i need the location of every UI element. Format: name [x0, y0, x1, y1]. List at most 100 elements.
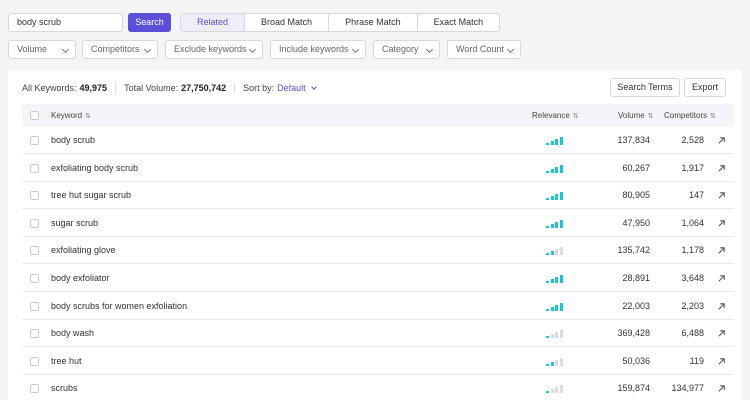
volume-cell: 60,267 [622, 162, 650, 173]
volume-cell: 159,874 [617, 383, 650, 394]
relevance-bar [559, 192, 563, 201]
volume-cell: 28,891 [622, 273, 650, 283]
table-row[interactable]: body scrubs for women exfoliation 22,003 2… [22, 293, 734, 320]
tab-phrase-match[interactable]: Phrase Match [328, 14, 417, 31]
row-checkbox[interactable] [30, 329, 39, 339]
relevance-bar [550, 361, 554, 366]
competitors-cell: 2,528 [681, 135, 704, 145]
row-checkbox[interactable] [30, 136, 39, 145]
relevance-bar [550, 168, 554, 173]
filter-word-count[interactable]: Word Count [447, 40, 521, 59]
volume-cell: 135,742 [617, 245, 650, 256]
filter-category[interactable]: Category [373, 40, 440, 59]
relevance-meter [546, 274, 566, 283]
table-row[interactable]: body wash 369,428 6,488 [22, 320, 734, 348]
external-link-icon[interactable] [717, 357, 726, 366]
relevance-bar [555, 387, 558, 394]
external-link-icon[interactable] [717, 329, 726, 338]
relevance-bar [546, 143, 549, 145]
select-all-checkbox[interactable] [30, 111, 39, 120]
row-checkbox[interactable] [30, 246, 39, 256]
column-keyword[interactable]: Keyword ⇅ [51, 104, 91, 128]
competitors-cell: 1,178 [681, 245, 704, 256]
keyword-cell: body scrub [51, 135, 96, 145]
row-checkbox[interactable] [30, 384, 39, 394]
row-checkbox[interactable] [30, 301, 39, 311]
competitors-cell: 1,917 [681, 162, 704, 173]
relevance-bar [546, 281, 549, 283]
filter-competitors[interactable]: Competitors [82, 40, 158, 59]
filter-label: Category [382, 44, 419, 54]
competitors-cell: 6,488 [681, 328, 704, 339]
relevance-bar [555, 332, 558, 339]
filter-label: Include keywords [279, 44, 349, 54]
row-checkbox[interactable] [30, 163, 39, 173]
table-row[interactable]: tree hut sugar scrub 80,905 147 [22, 182, 734, 210]
tab-related[interactable]: Related [181, 14, 245, 31]
external-link-icon[interactable] [717, 219, 726, 228]
relevance-meter [546, 329, 566, 339]
filter-label: Word Count [456, 44, 504, 54]
external-link-icon[interactable] [717, 136, 726, 145]
column-volume[interactable]: Volume ⇅ [618, 104, 654, 128]
relevance-bar [559, 219, 563, 228]
relevance-bar [555, 166, 558, 173]
keyword-cell: scrubs [51, 383, 78, 394]
relevance-bar [550, 389, 554, 394]
table-row[interactable]: sugar scrub 47,950 1,064 [22, 210, 734, 237]
chevron-down-icon [61, 45, 70, 54]
table-row[interactable]: exfoliating glove 135,742 1,178 [22, 237, 734, 265]
keyword-cell: exfoliating body scrub [51, 162, 139, 173]
table-row[interactable]: scrubs 159,874 134,977 [22, 375, 734, 400]
column-relevance[interactable]: Relevance ⇅ [532, 104, 579, 128]
relevance-bar [555, 139, 558, 145]
match-type-tabs: Related Broad Match Phrase Match Exact M… [180, 13, 501, 32]
search-input[interactable]: body scrub [8, 13, 123, 32]
tab-broad-match[interactable]: Broad Match [244, 14, 328, 31]
keyword-cell: body exfoliator [51, 273, 110, 283]
column-label: Relevance [532, 111, 570, 120]
relevance-bar [546, 363, 549, 366]
relevance-bar [546, 308, 549, 311]
external-link-icon[interactable] [717, 274, 726, 283]
search-terms-button[interactable]: Search Terms [610, 78, 680, 97]
search-button[interactable]: Search [128, 13, 171, 32]
sort-dropdown[interactable]: Default [277, 83, 306, 93]
filter-include-keywords[interactable]: Include keywords [270, 40, 366, 59]
export-button[interactable]: Export [684, 78, 726, 97]
relevance-bar [546, 391, 549, 394]
filter-exclude-keywords[interactable]: Exclude keywords [165, 40, 263, 59]
row-checkbox[interactable] [30, 356, 39, 366]
keywords-card: All Keywords: 49,975 Total Volume: 27,75… [8, 70, 742, 400]
all-keywords-value: 49,975 [79, 83, 108, 93]
external-link-icon[interactable] [717, 164, 726, 173]
filter-volume[interactable]: Volume [8, 40, 76, 59]
external-link-icon[interactable] [717, 384, 726, 393]
relevance-bar [555, 249, 558, 256]
filter-label: Competitors [91, 44, 140, 54]
table-row[interactable]: tree hut 50,036 119 [22, 348, 734, 375]
relevance-meter [546, 357, 566, 366]
relevance-bar [550, 141, 554, 145]
relevance-bar [555, 304, 558, 311]
row-checkbox[interactable] [30, 191, 39, 201]
table-row[interactable]: exfoliating body scrub 60,267 1,917 [22, 155, 734, 182]
filter-label: Volume [17, 44, 48, 54]
table-row[interactable]: body exfoliator 28,891 3,648 [22, 265, 734, 292]
external-link-icon[interactable] [717, 246, 726, 255]
volume-cell: 50,036 [622, 355, 650, 366]
row-checkbox[interactable] [30, 274, 39, 283]
relevance-bar [546, 198, 549, 201]
tab-exact-match[interactable]: Exact Match [416, 14, 500, 31]
relevance-bar [559, 385, 563, 394]
keyword-cell: body scrubs for women exfoliation [51, 300, 188, 311]
total-volume-value: 27,750,742 [181, 83, 227, 93]
external-link-icon[interactable] [717, 302, 726, 311]
external-link-icon[interactable] [717, 191, 726, 200]
relevance-bar [559, 357, 563, 366]
relevance-bar [559, 164, 563, 173]
column-competitors[interactable]: Competitors ⇅ [664, 104, 716, 128]
row-checkbox[interactable] [30, 218, 39, 228]
chevron-down-icon [143, 45, 152, 54]
table-row[interactable]: body scrub 137,834 2,528 [22, 127, 734, 154]
